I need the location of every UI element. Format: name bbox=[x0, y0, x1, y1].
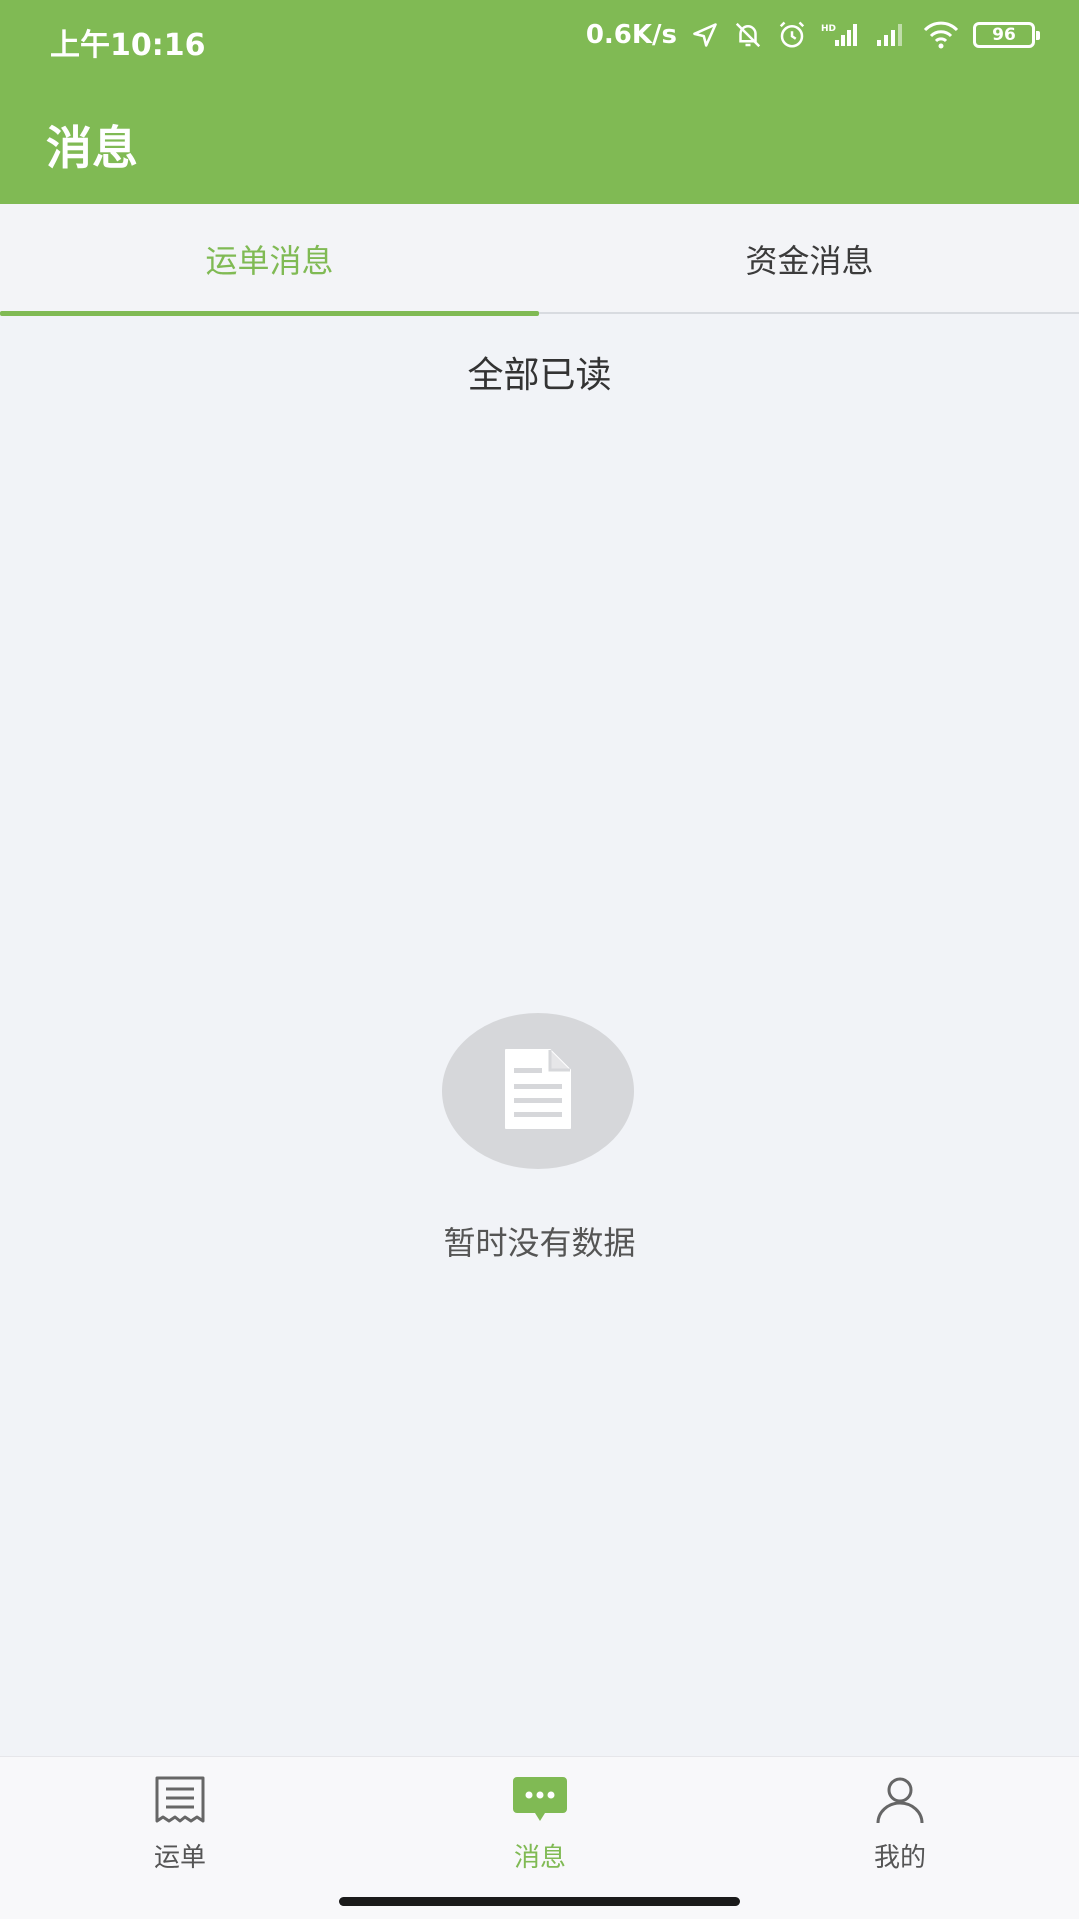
document-icon bbox=[500, 1046, 576, 1136]
nav-label: 运单 bbox=[153, 1843, 206, 1873]
nav-item-waybill[interactable]: 运单 bbox=[80, 1775, 280, 1874]
battery-icon: 96 bbox=[973, 22, 1040, 48]
app-bar: 消息 bbox=[0, 80, 1079, 204]
tab-active-indicator bbox=[0, 311, 539, 316]
page-title: 消息 bbox=[46, 121, 138, 175]
nav-label: 消息 bbox=[513, 1843, 566, 1873]
nav-label: 我的 bbox=[873, 1843, 926, 1873]
tab-waybill-messages[interactable]: 运单消息 bbox=[0, 204, 539, 316]
home-indicator[interactable] bbox=[339, 1897, 740, 1906]
tab-fund-messages[interactable]: 资金消息 bbox=[540, 204, 1079, 314]
status-bar: 上午10:16 0.6K/s HD 96 bbox=[0, 0, 1079, 80]
svg-text:HD: HD bbox=[821, 24, 836, 34]
signal-icon bbox=[875, 22, 909, 48]
wifi-icon bbox=[923, 21, 959, 49]
empty-state-text: 暂时没有数据 bbox=[443, 1224, 636, 1262]
empty-state-illustration bbox=[442, 1013, 634, 1169]
user-icon bbox=[872, 1775, 928, 1829]
nav-item-messages[interactable]: 消息 bbox=[440, 1775, 640, 1874]
bottom-nav: 运单 消息 我的 bbox=[0, 1756, 1079, 1919]
message-icon bbox=[511, 1775, 569, 1829]
waybill-icon bbox=[152, 1775, 208, 1829]
signal-hd-icon: HD bbox=[821, 22, 861, 48]
status-time: 上午10:16 bbox=[50, 28, 206, 63]
tab-label: 资金消息 bbox=[745, 242, 874, 280]
alarm-icon bbox=[777, 20, 807, 50]
net-speed: 0.6K/s bbox=[585, 20, 677, 50]
status-icons: 0.6K/s HD 96 bbox=[585, 20, 1040, 50]
nav-item-profile[interactable]: 我的 bbox=[800, 1775, 1000, 1874]
bell-off-icon bbox=[733, 20, 763, 50]
tab-label: 运单消息 bbox=[205, 242, 334, 280]
tab-bar: 运单消息 资金消息 bbox=[0, 204, 1079, 316]
location-arrow-icon bbox=[691, 21, 719, 49]
mark-all-read-button[interactable]: 全部已读 bbox=[0, 346, 1079, 398]
